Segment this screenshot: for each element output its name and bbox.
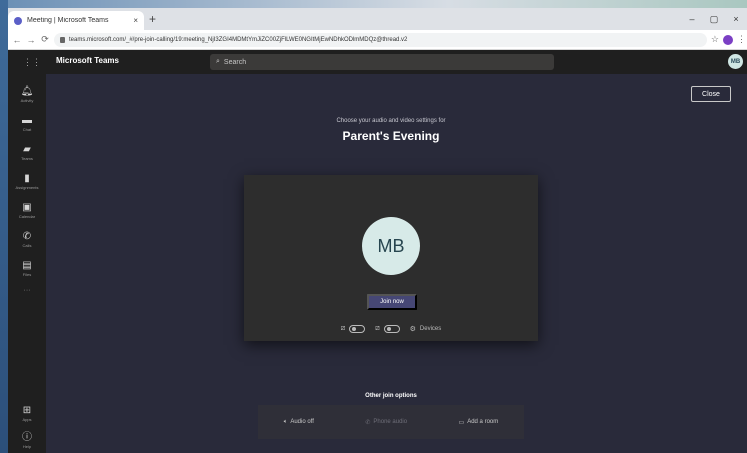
camera-off-icon: ⧄ [340,325,346,332]
phone-audio-option: ✆ Phone audio [365,419,407,426]
window-close-button[interactable]: × [725,8,747,30]
new-tab-button[interactable]: + [149,13,156,25]
rail-item-apps[interactable]: ⊞ Apps [8,401,46,427]
camera-control: ⧄ [340,325,366,333]
camera-toggle[interactable] [349,325,366,333]
back-icon[interactable]: ← [12,35,22,45]
option-label: Add a room [467,419,499,425]
assignments-icon: ▮ [24,173,30,184]
rail-item-label: Activity [20,98,34,103]
browser-window: Meeting | Microsoft Teams × + – ▢ × ← → … [8,8,747,453]
rail-item-files[interactable]: ▤ Files [8,256,46,282]
mic-control: ⧄ [375,325,400,333]
rail-item-help[interactable]: ⓘ Help [8,428,46,453]
maximize-button[interactable]: ▢ [703,8,725,30]
other-join-options: 🔈︎ Audio off ✆ Phone audio ▭ Add a room [258,405,524,439]
url-text: teams.microsoft.com/_#/pre-join-calling/… [69,36,408,43]
add-room-option[interactable]: ▭ Add a room [459,419,499,426]
teams-app: ⋮⋮ Microsoft Teams ⌕ Search MB 🔔︎ Activi… [8,50,747,453]
audio-off-option[interactable]: 🔈︎ Audio off [284,419,314,426]
tab-title: Meeting | Microsoft Teams [27,17,109,24]
prejoin-stage: Close Choose your audio and video settin… [46,74,747,453]
window-controls: – ▢ × [681,8,747,30]
mic-off-icon: ⧄ [375,325,380,332]
speaker-off-icon: 🔈︎ [283,418,288,425]
desktop-background-left [0,0,8,453]
rail-item-label: Calls [22,243,32,248]
search-input[interactable]: ⌕ Search [210,54,554,70]
preview-avatar: MB [362,217,420,275]
calendar-icon: ▣ [22,202,32,213]
gear-icon: ⚙ [409,326,416,333]
rail-item-calls[interactable]: ✆ Calls [8,227,46,253]
rail-item-label: Apps [22,417,32,422]
other-join-options-title: Other join options [365,393,417,399]
bell-icon: 🔔︎ [20,86,34,97]
rail-item-calendar[interactable]: ▣ Calendar [8,198,46,224]
rail-item-label: Chat [22,127,32,132]
join-now-button[interactable]: Join now [367,294,417,310]
lock-icon [60,36,65,43]
search-placeholder: Search [223,58,247,66]
rail-item-assignments[interactable]: ▮ Assignments [8,169,46,195]
meeting-title: Parent's Evening [342,129,440,143]
profile-avatar[interactable] [723,34,733,45]
app-header: ⋮⋮ Microsoft Teams ⌕ Search MB [8,50,747,74]
rail-item-label: Calendar [18,214,36,219]
user-avatar[interactable]: MB [728,54,743,69]
app-rail: 🔔︎ Activity ▬ Chat ▰ Teams ▮ Assignments… [8,74,46,453]
close-button[interactable]: Close [691,86,731,102]
tab-strip: Meeting | Microsoft Teams × + – ▢ × [8,8,747,30]
forward-icon[interactable]: → [26,35,36,45]
url-field[interactable]: teams.microsoft.com/_#/pre-join-calling/… [54,32,707,47]
rail-item-label: Assignments [15,185,39,190]
desktop-background-top [0,0,747,8]
video-preview: MB Join now ⧄ ⧄ ⚙ Devices [244,175,538,341]
teams-icon: ▰ [23,144,31,155]
rail-item-label: Help [22,444,32,449]
phone-audio-icon: ✆ [365,419,371,426]
room-icon: ▭ [458,419,465,426]
browser-tab[interactable]: Meeting | Microsoft Teams × [8,11,144,30]
bookmark-star-icon[interactable]: ☆ [711,34,719,45]
apps-icon: ⊞ [22,405,32,416]
option-label: Phone audio [373,419,408,425]
devices-label: Devices [419,326,442,332]
app-title: Microsoft Teams [56,56,119,65]
prejoin-subtitle: Choose your audio and video settings for [336,118,446,124]
help-icon: ⓘ [22,432,32,443]
search-icon: ⌕ [216,58,220,65]
minimize-button[interactable]: – [681,8,703,30]
address-bar: ← → ⟳ teams.microsoft.com/_#/pre-join-ca… [8,30,747,50]
tab-close-icon[interactable]: × [133,16,138,25]
rail-item-activity[interactable]: 🔔︎ Activity [8,82,46,108]
rail-item-teams[interactable]: ▰ Teams [8,140,46,166]
reload-icon[interactable]: ⟳ [40,34,50,45]
device-controls: ⧄ ⧄ ⚙ Devices [244,323,538,335]
rail-item-label: Teams [21,156,33,161]
rail-item-label: Files [22,272,32,277]
mic-toggle[interactable] [383,325,400,333]
devices-button[interactable]: ⚙ Devices [410,325,442,333]
files-icon: ▤ [22,260,32,271]
option-label: Audio off [290,419,314,425]
teams-favicon-icon [14,16,22,25]
rail-item-chat[interactable]: ▬ Chat [8,111,46,137]
rail-more-icon[interactable]: ··· [8,287,46,294]
menu-kebab-icon[interactable]: ⋮ [737,34,746,45]
chat-icon: ▬ [22,115,32,126]
phone-icon: ✆ [22,231,32,242]
app-launcher-icon[interactable]: ⋮⋮ [23,57,41,67]
